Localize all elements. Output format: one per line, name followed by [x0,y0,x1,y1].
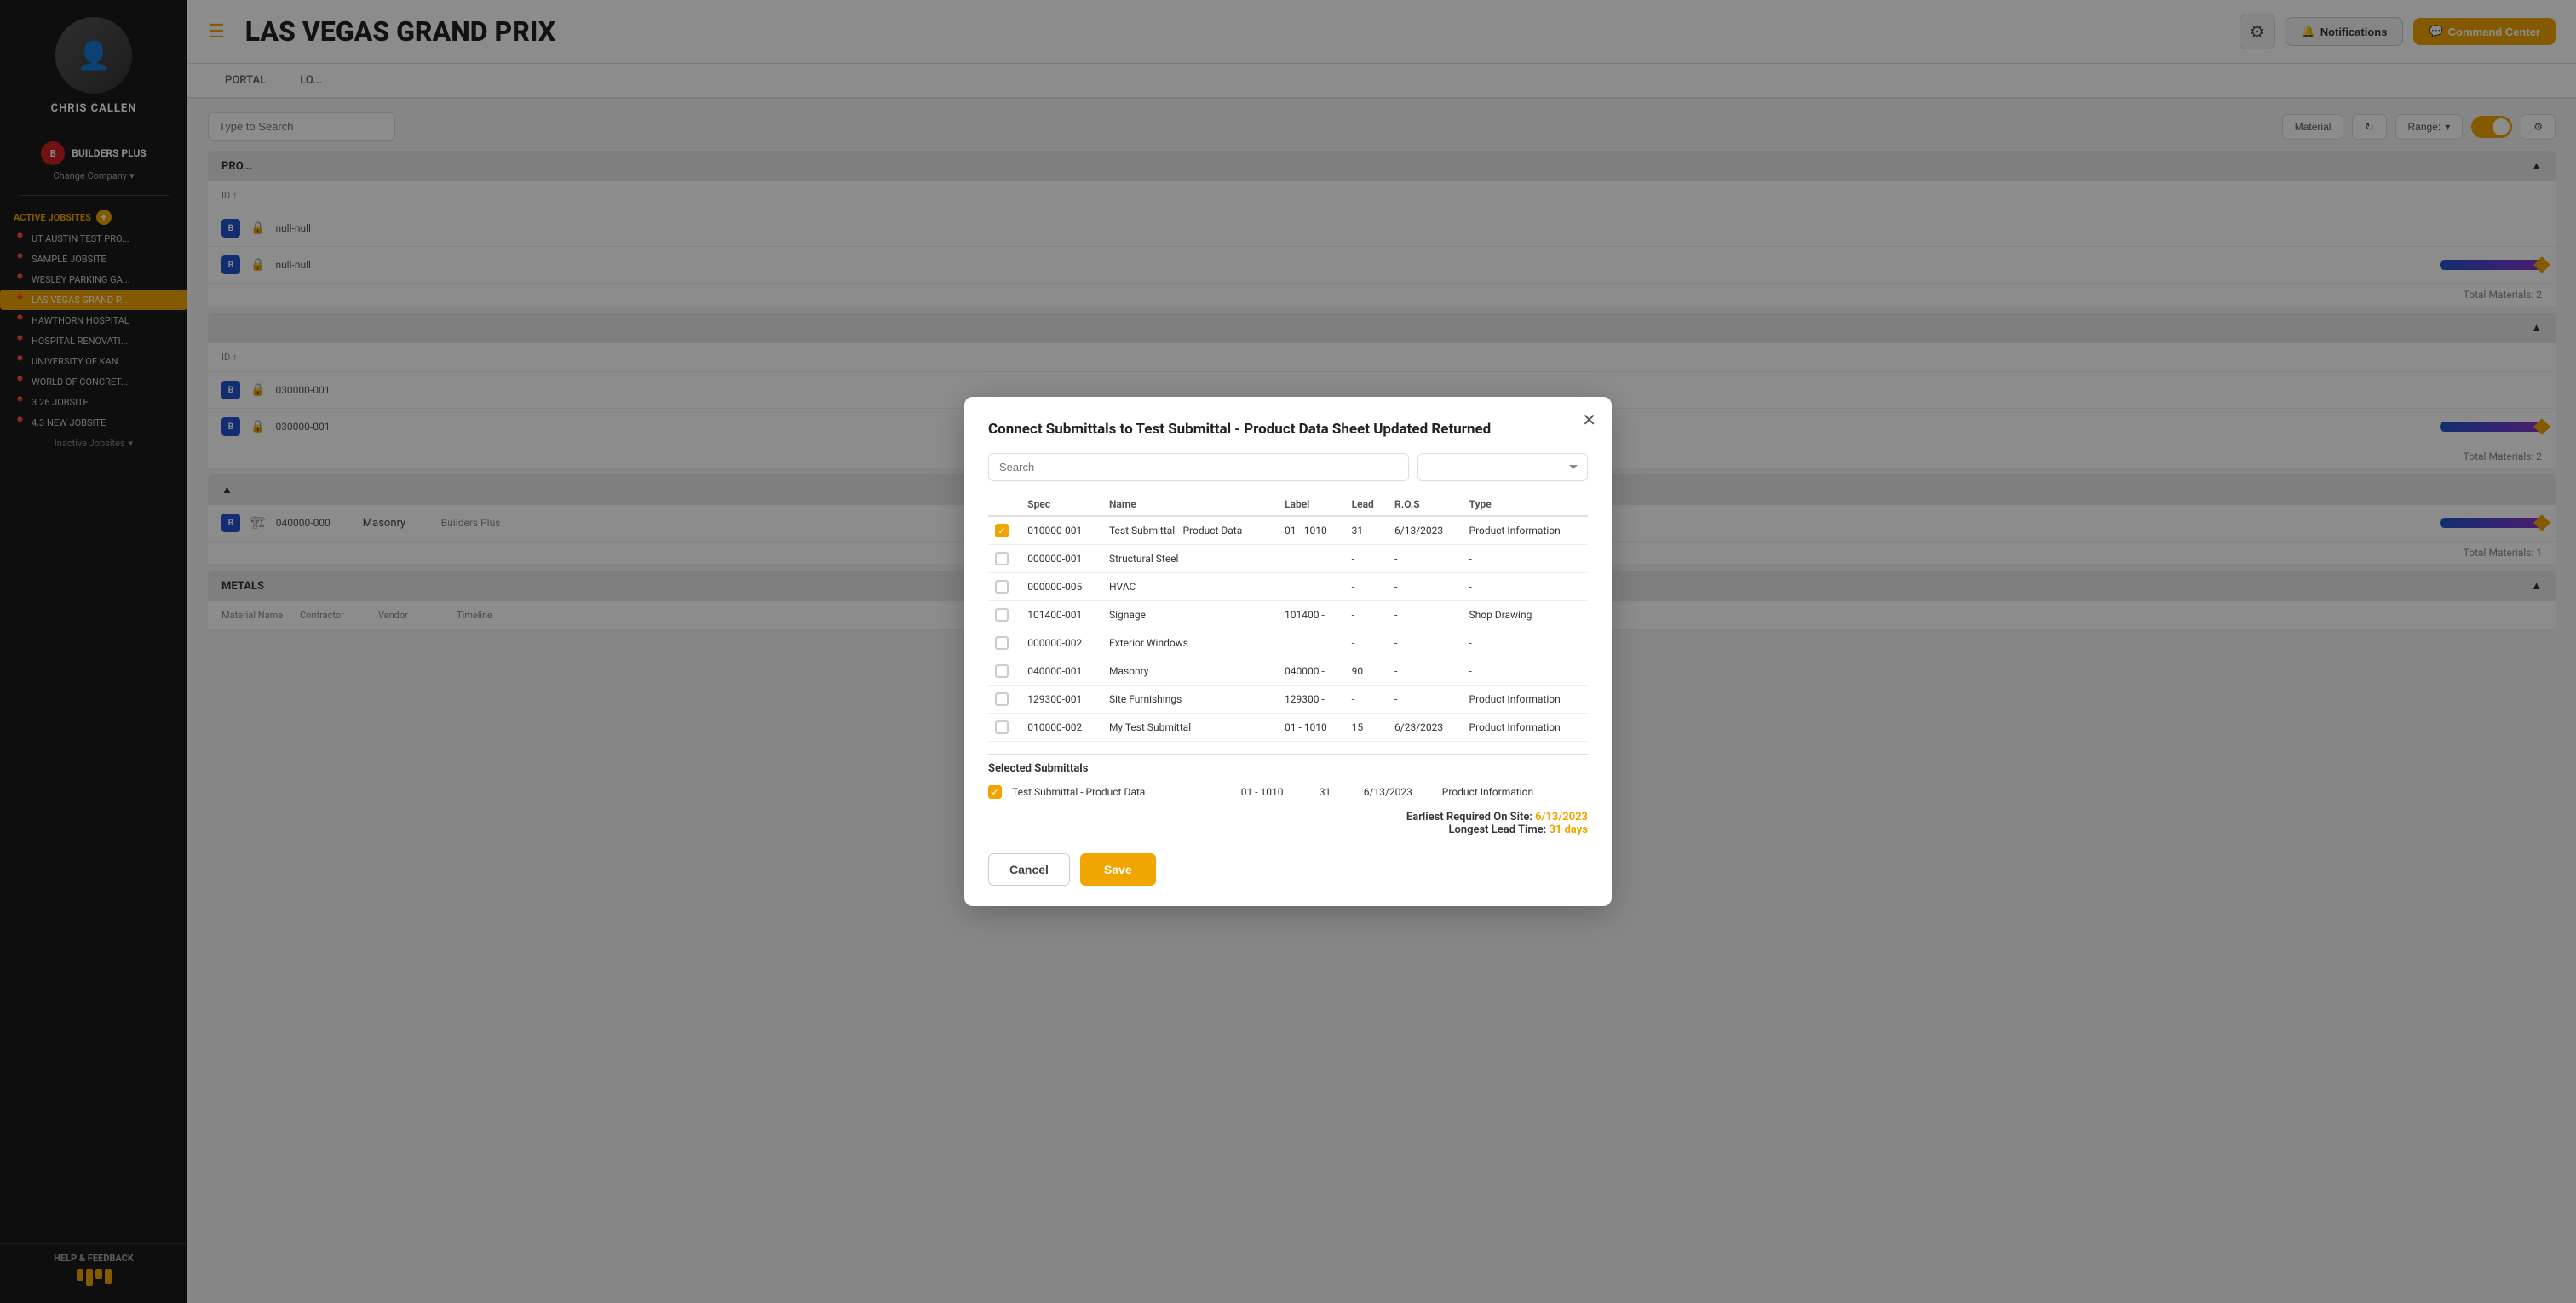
cell-label [1278,545,1345,573]
cell-spec: 000000-002 [1021,629,1102,657]
cell-type: - [1463,545,1589,573]
col-spec: Spec [1021,493,1102,516]
cell-label: 129300 - [1278,686,1345,714]
cell-lead: 90 [1345,657,1388,686]
cell-ros: 6/23/2023 [1388,714,1462,742]
modal-table-row: 000000-005 HVAC - - - [988,573,1588,601]
modal-table-body: ✓ 010000-001 Test Submittal - Product Da… [988,516,1588,742]
modal-filter-select[interactable] [1417,453,1588,481]
modal-search-input[interactable] [988,453,1409,481]
cell-type: Shop Drawing [1463,601,1589,629]
cancel-button[interactable]: Cancel [988,853,1070,886]
cell-spec: 129300-001 [1021,686,1102,714]
cell-type: - [1463,573,1589,601]
modal-table-row: 040000-001 Masonry 040000 - 90 - - [988,657,1588,686]
cell-lead: - [1345,601,1388,629]
cell-ros: - [1388,686,1462,714]
cell-name: Site Furnishings [1102,686,1278,714]
required-info: Earliest Required On Site: 6/13/2023 Lon… [988,811,1588,836]
modal-table-header: Spec Name Label Lead R.O.S Type [988,493,1588,516]
cell-lead: 31 [1345,516,1388,545]
cell-spec: 010000-002 [1021,714,1102,742]
modal-title: Connect Submittals to Test Submittal - P… [988,421,1588,438]
cell-type: Product Information [1463,516,1589,545]
row-checkbox-6[interactable] [995,692,1009,706]
modal-overlay: Connect Submittals to Test Submittal - P… [0,0,2576,1303]
row-checkbox-3[interactable] [995,608,1009,622]
save-button[interactable]: Save [1080,853,1156,886]
cell-lead: - [1345,686,1388,714]
col-ros: R.O.S [1388,493,1462,516]
selected-submittal-row: ✓ Test Submittal - Product Data 01 - 101… [988,780,1588,804]
cell-type: Product Information [1463,714,1589,742]
cell-lead: - [1345,545,1388,573]
cell-ros: - [1388,573,1462,601]
cell-lead: 15 [1345,714,1388,742]
cell-spec: 010000-001 [1021,516,1102,545]
cell-label: 01 - 1010 [1278,714,1345,742]
longest-lead: 31 days [1549,824,1588,836]
cell-ros: 6/13/2023 [1388,516,1462,545]
modal-search-row [988,453,1588,481]
cell-ros: - [1388,629,1462,657]
cell-lead: - [1345,629,1388,657]
cell-label [1278,629,1345,657]
selected-submittals-header: Selected Submittals [988,754,1588,775]
modal-table-row: 000000-001 Structural Steel - - - [988,545,1588,573]
cell-name: Signage [1102,601,1278,629]
cell-label: 040000 - [1278,657,1345,686]
cell-name: Masonry [1102,657,1278,686]
modal-table: Spec Name Label Lead R.O.S Type ✓ 010000… [988,493,1588,742]
modal-footer: Cancel Save [988,853,1588,886]
modal-table-row: 000000-002 Exterior Windows - - - [988,629,1588,657]
cell-spec: 000000-001 [1021,545,1102,573]
cell-label [1278,573,1345,601]
cell-label: 01 - 1010 [1278,516,1345,545]
modal-close-button[interactable]: ✕ [1582,412,1596,429]
earliest-date: 6/13/2023 [1535,811,1588,824]
col-checkbox [988,493,1021,516]
cell-spec: 101400-001 [1021,601,1102,629]
cell-name: Exterior Windows [1102,629,1278,657]
cell-type: - [1463,629,1589,657]
modal-table-row: 101400-001 Signage 101400 - - - Shop Dra… [988,601,1588,629]
cell-label: 101400 - [1278,601,1345,629]
cell-name: HVAC [1102,573,1278,601]
row-checkbox-7[interactable] [995,720,1009,734]
cell-type: - [1463,657,1589,686]
row-checkbox-0[interactable]: ✓ [995,524,1009,537]
col-type: Type [1463,493,1589,516]
cell-spec: 000000-005 [1021,573,1102,601]
selected-checkbox[interactable]: ✓ [988,785,1002,799]
cell-ros: - [1388,601,1462,629]
cell-lead: - [1345,573,1388,601]
cell-type: Product Information [1463,686,1589,714]
col-name: Name [1102,493,1278,516]
modal-table-row: ✓ 010000-001 Test Submittal - Product Da… [988,516,1588,545]
cell-ros: - [1388,545,1462,573]
cell-spec: 040000-001 [1021,657,1102,686]
modal-table-row: 010000-002 My Test Submittal 01 - 1010 1… [988,714,1588,742]
modal-table-row: 129300-001 Site Furnishings 129300 - - -… [988,686,1588,714]
row-checkbox-5[interactable] [995,664,1009,678]
connect-submittals-modal: Connect Submittals to Test Submittal - P… [964,397,1612,906]
cell-name: My Test Submittal [1102,714,1278,742]
row-checkbox-2[interactable] [995,580,1009,594]
cell-name: Structural Steel [1102,545,1278,573]
cell-name: Test Submittal - Product Data [1102,516,1278,545]
row-checkbox-4[interactable] [995,636,1009,650]
row-checkbox-1[interactable] [995,552,1009,565]
col-label: Label [1278,493,1345,516]
cell-ros: - [1388,657,1462,686]
col-lead: Lead [1345,493,1388,516]
